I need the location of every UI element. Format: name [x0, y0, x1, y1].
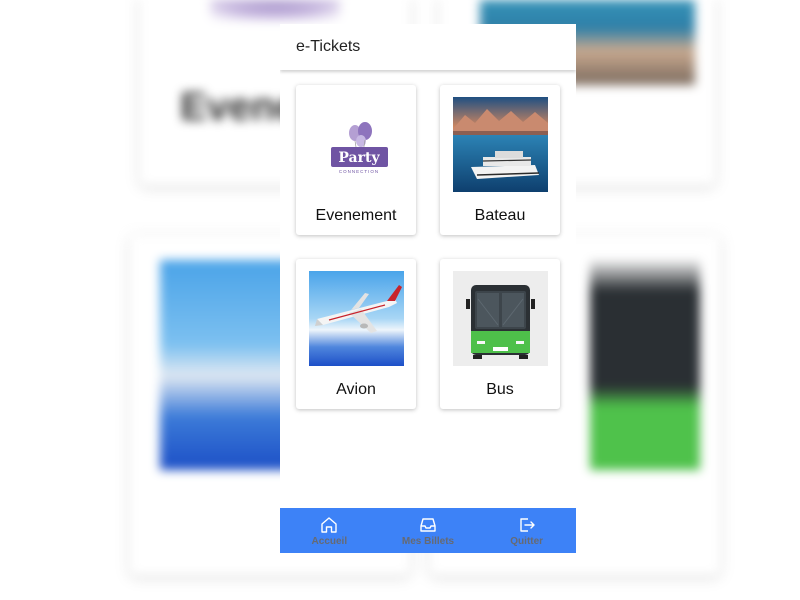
airplane-photo: [309, 271, 404, 366]
tab-quitter[interactable]: Quitter: [477, 508, 576, 553]
logout-icon: [519, 517, 535, 532]
bottom-tab-bar: Accueil Mes Billets Quitter: [280, 508, 576, 553]
tab-label: Mes Billets: [401, 535, 455, 547]
tab-label: Quitter: [510, 535, 544, 547]
home-icon: [321, 516, 338, 533]
category-card-avion[interactable]: Avion: [296, 259, 416, 409]
tab-accueil[interactable]: Accueil: [280, 508, 379, 553]
logo-text: Party: [338, 150, 380, 166]
logo-subtext: CONNECTION: [339, 169, 379, 174]
green-bus-photo: [453, 271, 548, 366]
app-header: e-Tickets: [280, 24, 576, 70]
tab-label: Accueil: [311, 535, 348, 547]
category-card-bateau[interactable]: Bateau: [440, 85, 560, 235]
ferry-photo: [453, 97, 548, 192]
inbox-icon: [420, 517, 436, 532]
app-screen: e-Tickets Party CONNECTION Evenement Bat…: [280, 24, 576, 553]
category-card-bus[interactable]: Bus: [440, 259, 560, 409]
category-card-evenement[interactable]: Party CONNECTION Evenement: [296, 85, 416, 235]
category-label: Bus: [486, 381, 514, 398]
category-label: Avion: [336, 381, 376, 398]
party-connection-logo: Party CONNECTION: [309, 97, 404, 192]
category-label: Evenement: [315, 207, 397, 224]
category-label: Bateau: [474, 207, 526, 224]
page-title: e-Tickets: [296, 38, 361, 55]
tab-mes-billets[interactable]: Mes Billets: [379, 508, 478, 553]
